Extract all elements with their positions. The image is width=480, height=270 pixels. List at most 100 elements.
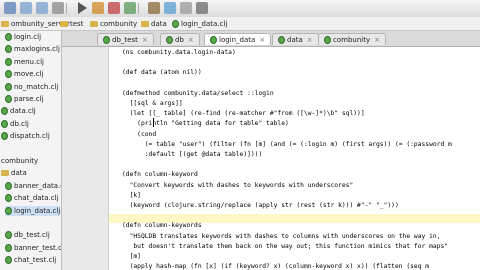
clojure-file-icon [5, 231, 12, 240]
close-icon[interactable]: × [374, 36, 380, 44]
build-icon[interactable] [180, 2, 192, 14]
tree-item-label: maxlogins.clj [14, 45, 60, 54]
close-icon[interactable]: × [307, 36, 313, 44]
clojure-file-icon [166, 35, 173, 44]
clojure-file-icon [5, 82, 12, 91]
tree-item-label: login_data.clj [14, 206, 61, 215]
tree-file[interactable]: parse.clj [5, 94, 44, 104]
clojure-file-icon [324, 35, 331, 44]
save-icon[interactable] [4, 2, 16, 14]
hammer-icon[interactable] [148, 2, 160, 14]
code-line: [k] [122, 191, 141, 199]
refresh-icon[interactable] [164, 2, 176, 14]
redo-icon[interactable] [36, 2, 48, 14]
breadcrumb-item-file[interactable]: login_data.clj [172, 18, 227, 29]
code-line: (= table "user") (filter (fn [m] (and (=… [122, 140, 452, 148]
tab-db[interactable]: db × [160, 33, 200, 45]
play-icon[interactable] [78, 2, 87, 14]
clojure-file-icon [5, 57, 12, 66]
code-line: (defmethod combunity.data/select ::login [122, 89, 274, 97]
clojure-file-icon [5, 95, 12, 103]
editor-gutter [62, 31, 109, 270]
tree-item-label: combunity [1, 157, 39, 165]
code-line: :default [(get @data table)]))) [122, 151, 263, 158]
tree-item-label: parse.clj [14, 95, 44, 103]
code-line: (let [[_ table] (re-find (re-matcher #"f… [122, 110, 365, 118]
code-line: (def data (atom nil)) [122, 69, 202, 77]
tab-db-test[interactable]: db_test × [97, 33, 154, 45]
tree-folder[interactable]: data [1, 168, 27, 178]
code-line: but doesn't translate them back on the w… [122, 242, 449, 250]
tree-item-label: banner_data.clj [14, 181, 61, 190]
clojure-file-icon [5, 206, 12, 215]
tree-file[interactable]: combunity [1, 156, 38, 166]
clojure-file-icon [5, 194, 12, 203]
tree-file[interactable]: db.clj [1, 119, 29, 129]
debug-icon[interactable] [92, 2, 104, 14]
clojure-file-icon [5, 243, 12, 252]
tree-item-label: data [11, 169, 27, 178]
clojure-file-icon [1, 119, 8, 128]
folder-icon [90, 20, 98, 27]
code-line: [[sql & args]] [122, 100, 183, 107]
clojure-file-icon [5, 33, 12, 41]
code-line: (println "Getting data for table" table) [122, 120, 289, 128]
close-icon[interactable]: × [142, 36, 148, 44]
tab-combunity[interactable]: combunity × [318, 33, 386, 45]
toolbar-separator [66, 3, 67, 14]
tree-file[interactable]: data.clj [1, 106, 36, 116]
stop-icon[interactable] [108, 2, 120, 14]
clojure-file-icon [1, 107, 8, 116]
breadcrumb-item-data[interactable]: data [141, 18, 167, 29]
code-line: (cond [122, 130, 157, 138]
tree-file[interactable]: db_test.clj [5, 230, 50, 240]
step-icon[interactable] [124, 2, 136, 14]
tree-file[interactable]: login_data.clj [5, 205, 61, 216]
tree-file[interactable]: maxlogins.clj [5, 44, 60, 54]
code-line: "HSQLDB translates keywords with dashes … [122, 232, 441, 240]
text-caret [153, 118, 154, 127]
tree-file[interactable]: chat_data.clj [5, 193, 59, 203]
tree-item-label: banner_test.clj [14, 243, 62, 252]
tree-file[interactable]: move.clj [5, 69, 44, 79]
tab-login-data[interactable]: login_data × [204, 33, 272, 45]
undo-icon[interactable] [20, 2, 32, 14]
clojure-file-icon [210, 35, 217, 44]
folder-icon [1, 170, 9, 177]
tree-file[interactable]: menu.clj [5, 57, 44, 67]
close-icon[interactable]: × [259, 36, 265, 44]
folder-icon [60, 20, 68, 27]
code-editor[interactable]: (ns combunity.data.login-data) (def data … [109, 47, 480, 270]
code-line: (keyword (clojure.string/replace (apply … [122, 202, 399, 209]
breadcrumb-item-test[interactable]: test [60, 18, 83, 29]
code-line: (defn column-keyword [122, 171, 198, 179]
tree-item-label: chat_data.clj [14, 194, 59, 203]
editor-tabs: db_test × db × login_data × data × combu… [62, 31, 480, 47]
clojure-file-icon [1, 132, 8, 141]
close-icon[interactable]: × [188, 36, 194, 44]
tab-data[interactable]: data × [272, 33, 319, 45]
tree-file[interactable]: banner_data.clj [5, 181, 61, 191]
tree-file[interactable]: dispatch.clj [1, 131, 50, 141]
clojure-file-icon [172, 19, 179, 28]
tree-file[interactable]: no_match.clj [5, 82, 58, 92]
breadcrumb-item-combunity[interactable]: combunity [90, 18, 137, 29]
clojure-file-icon [5, 181, 12, 190]
find-icon[interactable] [52, 2, 64, 14]
main-toolbar [0, 0, 480, 18]
tree-item-label: db_test.clj [14, 231, 50, 240]
breadcrumb: ombunity_server test combunity data logi… [0, 17, 480, 31]
code-line: "Convert keywords with dashes to keyword… [122, 181, 354, 189]
folder-icon [141, 20, 149, 27]
pause-icon[interactable] [196, 2, 208, 14]
clojure-file-icon [103, 35, 110, 44]
tree-file[interactable]: banner_test.clj [5, 243, 62, 253]
tree-file[interactable]: login.clj [5, 32, 41, 42]
tree-item-label: menu.clj [14, 57, 44, 66]
code-line: [m] [122, 253, 141, 260]
tree-file[interactable]: chat_test.clj [5, 255, 56, 265]
clojure-file-icon [5, 70, 12, 79]
clojure-file-icon [5, 256, 12, 265]
tree-item-label: data.clj [10, 107, 36, 116]
toolbar-separator [138, 3, 139, 14]
